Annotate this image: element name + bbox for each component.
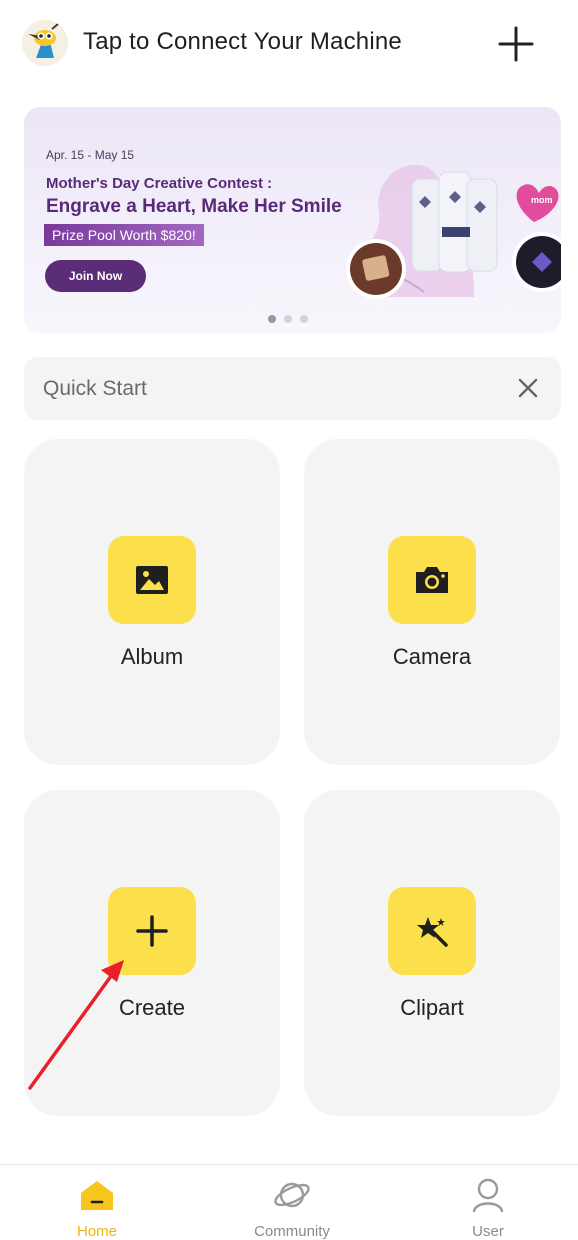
- nav-user-label: User: [472, 1223, 504, 1240]
- plus-icon: [498, 26, 534, 62]
- app-header: Tap to Connect Your Machine: [0, 0, 578, 90]
- banner-subheadline: Engrave a Heart, Make Her Smile: [46, 196, 342, 217]
- plus-icon: [136, 915, 168, 947]
- connect-machine-title[interactable]: Tap to Connect Your Machine: [83, 28, 402, 56]
- nav-user[interactable]: User: [428, 1165, 548, 1240]
- banner-prize: Prize Pool Worth $820!: [44, 224, 204, 246]
- camera-label: Camera: [392, 644, 472, 669]
- promo-banner[interactable]: Apr. 15 - May 15 Mother's Day Creative C…: [24, 107, 561, 333]
- banner-headline: Mother's Day Creative Contest :: [46, 175, 273, 192]
- star-wand-icon: [417, 917, 448, 947]
- banner-artwork-image: mom: [346, 164, 561, 299]
- planet-icon: [274, 1182, 310, 1208]
- album-icon-box: [108, 536, 196, 624]
- quick-start-bar: Quick Start: [24, 357, 561, 420]
- nav-home-label: Home: [76, 1223, 117, 1240]
- image-icon: [136, 566, 168, 594]
- create-icon-box: [108, 887, 196, 975]
- user-icon: [472, 1178, 504, 1213]
- album-tile[interactable]: Album: [24, 439, 280, 765]
- clipart-tile[interactable]: Clipart: [304, 790, 560, 1116]
- camera-icon: [416, 567, 448, 593]
- album-label: Album: [120, 644, 184, 669]
- join-now-button[interactable]: Join Now: [45, 260, 146, 292]
- banner-art-tag: mom: [531, 195, 553, 205]
- close-icon: [518, 378, 538, 398]
- close-quick-start-button[interactable]: [516, 376, 540, 400]
- nav-home[interactable]: Home: [37, 1165, 157, 1240]
- carousel-dot-active[interactable]: [268, 315, 276, 323]
- carousel-dot[interactable]: [300, 315, 308, 323]
- quick-start-label: Quick Start: [43, 377, 147, 400]
- banner-date: Apr. 15 - May 15: [46, 148, 135, 162]
- machine-avatar-icon[interactable]: [22, 20, 68, 66]
- home-icon: [81, 1181, 113, 1210]
- create-tile[interactable]: Create: [24, 790, 280, 1116]
- carousel-indicator: [268, 315, 308, 323]
- carousel-dot[interactable]: [284, 315, 292, 323]
- nav-community-label: Community: [254, 1223, 330, 1240]
- clipart-icon-box: [388, 887, 476, 975]
- nav-community[interactable]: Community: [232, 1165, 352, 1240]
- clipart-label: Clipart: [400, 995, 464, 1020]
- camera-tile[interactable]: Camera: [304, 439, 560, 765]
- add-device-button[interactable]: [496, 24, 536, 64]
- bottom-navigation: Home Community User: [0, 1164, 578, 1240]
- create-label: Create: [118, 995, 186, 1020]
- camera-icon-box: [388, 536, 476, 624]
